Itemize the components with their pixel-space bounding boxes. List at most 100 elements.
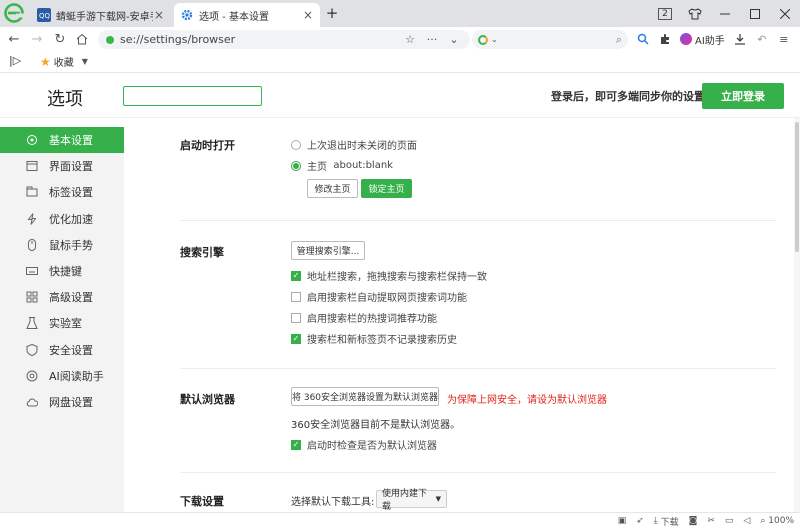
check-default-option[interactable]: ✓ 启动时检查是否为默认浏览器 (291, 437, 437, 452)
scrollbar-thumb[interactable] (795, 122, 799, 252)
tab-count-button[interactable]: 2 (650, 0, 680, 27)
login-button[interactable]: 立即登录 (702, 83, 784, 109)
favorites-label: 收藏 (53, 58, 74, 69)
search-option-no-history[interactable]: ✓ 搜索栏和新标签页不记录搜索历史 (291, 331, 457, 346)
star-icon[interactable]: ☆ (402, 33, 418, 46)
checkbox[interactable] (291, 291, 301, 302)
checkbox[interactable]: ✓ (291, 333, 301, 344)
extensions-icon[interactable] (654, 29, 676, 49)
close-tab-icon[interactable]: × (153, 8, 165, 22)
section-label: 默认浏览器 (180, 393, 235, 406)
section-label: 启动时打开 (180, 139, 235, 152)
undo-icon[interactable]: ↶ (751, 29, 773, 49)
download-tool-select[interactable]: 使用内建下载 ▼ (376, 489, 447, 512)
sidebar-item-tabs[interactable]: 标签设置 (0, 179, 124, 205)
download-icon[interactable] (729, 29, 751, 49)
lock-homepage-button[interactable]: 锁定主页 (361, 179, 412, 198)
checkbox[interactable]: ✓ (291, 270, 301, 281)
bookmark-bar: |▷ ★ 收藏 ▼ (0, 51, 800, 73)
game-icon[interactable]: ◙ (689, 516, 698, 526)
ai-assistant-button[interactable]: AI助手 (680, 32, 725, 47)
minimize-button[interactable] (710, 0, 740, 27)
search-option-hot-words[interactable]: 启用搜索栏的热搜词推荐功能 (291, 310, 437, 325)
zoom-label: 100% (768, 516, 794, 526)
sidebar-item-basic[interactable]: 基本设置 (0, 127, 124, 154)
search-box[interactable]: ⌄ ⌕ (472, 30, 628, 49)
cloud-icon (26, 396, 38, 408)
chevron-down-icon: ▼ (81, 57, 88, 66)
default-browser-warning: 为保障上网安全，请设为默认浏览器 (447, 395, 607, 406)
window-icon[interactable]: ▭ (725, 516, 734, 526)
sidebar-item-label: 界面设置 (49, 160, 93, 174)
search-engine-section: 搜索引擎 管理搜索引擎... ✓ 地址栏搜索，拖拽搜索与搜索栏保持一致 启用搜索栏… (180, 221, 776, 369)
sidebar-item-mouse-gesture[interactable]: 鼠标手势 (0, 232, 124, 258)
sidebar-item-lab[interactable]: 实验室 (0, 310, 124, 336)
sidebar-item-interface[interactable]: 界面设置 (0, 153, 124, 179)
reload-icon[interactable]: ↻ (52, 31, 68, 47)
home-icon[interactable] (74, 31, 90, 47)
sidebar-item-label: 基本设置 (49, 134, 93, 148)
ai-assistant-label: AI助手 (695, 35, 725, 47)
rocket-icon[interactable]: ➶ (636, 516, 644, 526)
radio-button[interactable] (291, 139, 301, 150)
download-tool-label: 选择默认下载工具: (291, 497, 375, 508)
status-bar: ▣ ➶ ⤓ 下载 ◙ ✂ ▭ ◁ ⌕ 100% (0, 512, 800, 529)
address-bar[interactable]: se://settings/browser ☆ ··· ⌄ (98, 30, 470, 49)
sidebar-item-ai-reading[interactable]: AI阅读助手 (0, 363, 124, 389)
search-engine-logo-icon (478, 34, 488, 45)
close-window-button[interactable] (770, 0, 800, 27)
settings-search-input[interactable] (123, 86, 262, 106)
checkbox[interactable]: ✓ (291, 439, 301, 450)
search-icon[interactable] (632, 29, 654, 49)
sidebar-toggle-icon[interactable]: |▷ (9, 54, 23, 70)
search-engine-dropdown-icon[interactable]: ⌄ (491, 35, 498, 44)
close-tab-icon[interactable]: × (302, 8, 314, 22)
chevron-down-icon[interactable]: ⌄ (446, 33, 462, 46)
more-dots-icon[interactable]: ··· (424, 33, 440, 46)
address-url[interactable]: se://settings/browser (120, 33, 396, 46)
sidebar-item-label: 实验室 (49, 317, 82, 331)
back-arrow-icon[interactable]: ← (6, 31, 22, 47)
image-icon[interactable]: ▣ (618, 516, 627, 526)
mute-icon[interactable]: ◁ (743, 516, 750, 526)
search-option-sync[interactable]: ✓ 地址栏搜索，拖拽搜索与搜索栏保持一致 (291, 268, 487, 283)
search-option-extract[interactable]: 启用搜索栏自动提取网页搜索词功能 (291, 289, 467, 304)
settings-content: 启动时打开 上次退出时未关闭的页面 主页 about:blank 修改主页 锁定… (124, 118, 800, 529)
sidebar-item-cloud-drive[interactable]: 网盘设置 (0, 389, 124, 415)
maximize-button[interactable] (740, 0, 770, 27)
sidebar-item-shortcuts[interactable]: 快捷键 (0, 258, 124, 284)
modify-homepage-button[interactable]: 修改主页 (307, 179, 358, 198)
menu-icon[interactable]: ≡ (773, 29, 795, 49)
option-label: 地址栏搜索，拖拽搜索与搜索栏保持一致 (307, 272, 487, 283)
option-label: 启用搜索栏的热搜词推荐功能 (307, 314, 437, 325)
sidebar-item-advanced[interactable]: 高级设置 (0, 284, 124, 310)
new-tab-button[interactable]: + (324, 4, 340, 22)
search-icon[interactable]: ⌕ (616, 33, 622, 47)
search-input[interactable] (501, 34, 616, 45)
tab-label: 选项 - 基本设置 (199, 11, 269, 23)
checkbox[interactable] (291, 312, 301, 323)
scrollbar[interactable] (794, 118, 800, 518)
scissors-icon[interactable]: ✂ (707, 516, 715, 526)
sidebar-item-security[interactable]: 安全设置 (0, 337, 124, 363)
forward-arrow-icon[interactable]: → (29, 31, 45, 47)
startup-option-restore[interactable]: 上次退出时未关闭的页面 (291, 137, 417, 152)
zoom-status[interactable]: ⌕ 100% (760, 516, 794, 526)
startup-option-homepage[interactable]: 主页 about:blank (291, 158, 393, 173)
settings-header: 选项 登录后，即可多端同步你的设置 立即登录 (0, 73, 800, 118)
favorites-menu[interactable]: ★ 收藏 ▼ (40, 54, 88, 70)
chevron-down-icon: ▼ (435, 495, 441, 503)
sidebar-item-label: 标签设置 (49, 186, 93, 200)
shirt-icon[interactable] (680, 0, 710, 27)
set-default-browser-button[interactable]: 将 360安全浏览器设置为默认浏览器 (291, 387, 439, 406)
tab-settings[interactable]: 选项 - 基本设置 × (174, 3, 320, 27)
keyboard-icon (26, 265, 38, 277)
tab-download-site[interactable]: QQ 蜻蜓手游下载网-安卓手游下 × (31, 3, 171, 27)
star-icon: ★ (40, 54, 51, 69)
browser-logo-icon[interactable] (4, 3, 24, 23)
manage-search-engines-button[interactable]: 管理搜索引擎... (291, 241, 365, 260)
sidebar-item-optimize[interactable]: 优化加速 (0, 206, 124, 232)
download-status[interactable]: ⤓ 下载 (654, 515, 679, 528)
radio-button[interactable] (291, 160, 301, 171)
sidebar-item-label: 优化加速 (49, 212, 93, 226)
